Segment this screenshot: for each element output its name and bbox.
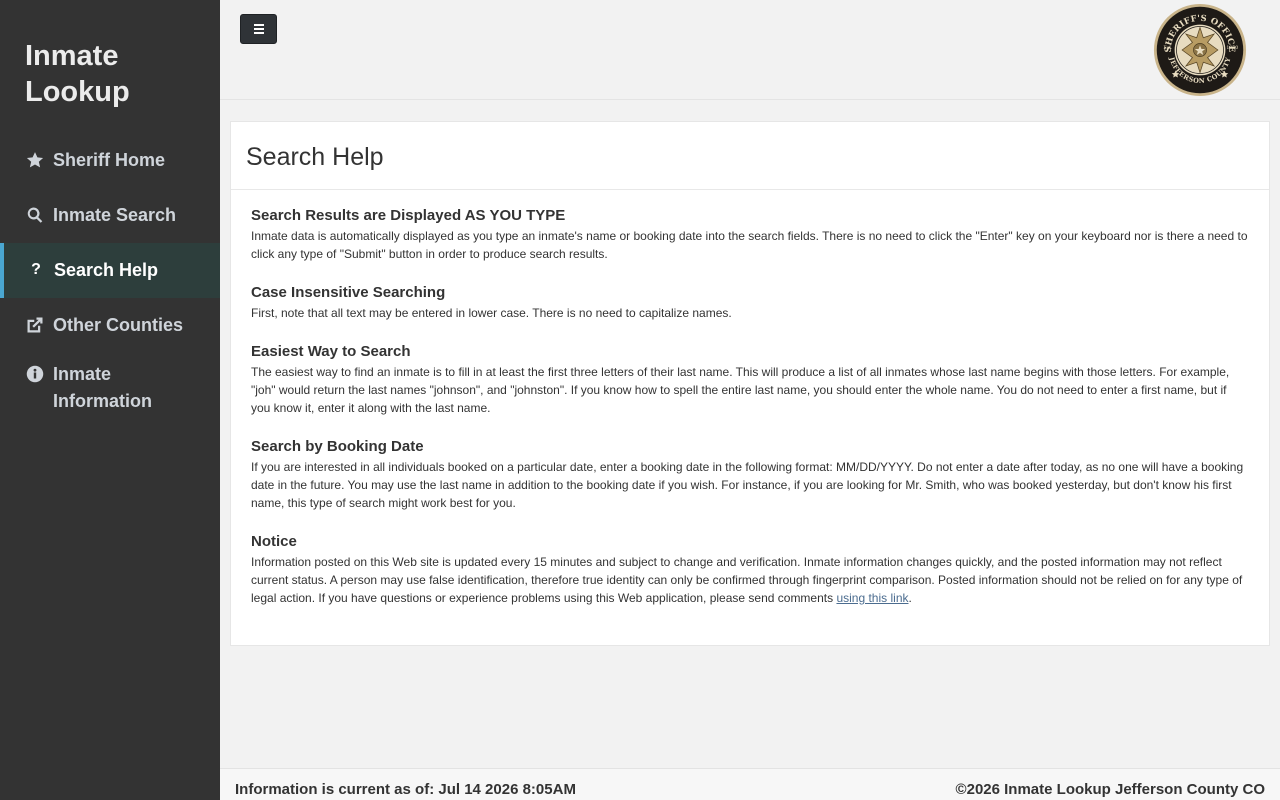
section-heading: Search by Booking Date: [251, 438, 424, 455]
comments-link[interactable]: using this link: [836, 591, 908, 605]
brand-title[interactable]: Inmate Lookup: [25, 38, 205, 110]
sidebar-item-label: Sheriff Home: [53, 150, 166, 170]
sidebar-item-other-counties[interactable]: Other Counties: [0, 298, 220, 353]
info-icon: [25, 364, 45, 384]
sidebar-item-sheriff-home[interactable]: Sheriff Home: [0, 133, 220, 188]
footer: Information is current as of: Jul 14 202…: [220, 768, 1280, 800]
menu-toggle-button[interactable]: [240, 14, 277, 44]
sidebar-item-search-help[interactable]: ? Search Help: [0, 243, 220, 298]
hamburger-icon: [253, 24, 264, 26]
panel-header: Search Help: [231, 122, 1269, 190]
sidebar-nav: Sheriff Home Inmate Search ? Search Help…: [0, 133, 220, 423]
page-title: Search Help: [246, 143, 384, 171]
data-current-timestamp: Information is current as of: Jul 14 202…: [235, 781, 576, 798]
help-section-easiest-way: Easiest Way to Search The easiest way to…: [251, 343, 1249, 417]
search-help-panel: Search Help Search Results are Displayed…: [230, 121, 1270, 646]
section-text: If you are interested in all individuals…: [251, 460, 1244, 510]
sidebar-item-label: Other Counties: [53, 315, 184, 335]
top-bar: SHERIFF'S OFFICE JEFFERSON COUNTY Est. 1…: [220, 0, 1280, 100]
sidebar-item-label: Inmate Information: [53, 364, 152, 411]
svg-text:Est.: Est.: [1163, 45, 1173, 51]
sidebar-item-label: Search Help: [54, 260, 159, 280]
sidebar-item-inmate-information[interactable]: Inmate Information: [0, 353, 220, 423]
search-icon: [25, 205, 45, 225]
help-section-case-insensitive: Case Insensitive Searching First, note t…: [251, 284, 1249, 322]
section-text: Inmate data is automatically displayed a…: [251, 229, 1248, 261]
section-heading: Notice: [251, 533, 297, 550]
section-text: Information posted on this Web site is u…: [251, 553, 1249, 607]
panel-body: Search Results are Displayed AS YOU TYPE…: [231, 190, 1269, 607]
question-icon: ?: [31, 261, 41, 278]
section-heading: Search Results are Displayed AS YOU TYPE: [251, 207, 566, 224]
svg-text:1850: 1850: [1226, 45, 1238, 51]
help-section-booking-date: Search by Booking Date If you are intere…: [251, 438, 1249, 512]
notice-trailing: .: [908, 591, 912, 605]
external-link-icon: [25, 315, 45, 335]
section-heading: Case Insensitive Searching: [251, 284, 446, 301]
sheriff-badge-logo: SHERIFF'S OFFICE JEFFERSON COUNTY Est. 1…: [1153, 3, 1247, 97]
help-section-as-you-type: Search Results are Displayed AS YOU TYPE…: [251, 207, 1249, 263]
section-text: The easiest way to find an inmate is to …: [251, 365, 1230, 415]
notice-text: Information posted on this Web site is u…: [251, 555, 1243, 605]
sidebar: Inmate Lookup Sheriff Home Inmate Search…: [0, 0, 220, 800]
sidebar-item-label: Inmate Search: [53, 205, 177, 225]
sidebar-item-inmate-search[interactable]: Inmate Search: [0, 188, 220, 243]
copyright: ©2026 Inmate Lookup Jefferson County CO: [955, 781, 1265, 798]
section-heading: Easiest Way to Search: [251, 343, 411, 360]
help-section-notice: Notice Information posted on this Web si…: [251, 533, 1249, 607]
star-icon: [25, 150, 45, 170]
section-text: First, note that all text may be entered…: [251, 306, 732, 320]
